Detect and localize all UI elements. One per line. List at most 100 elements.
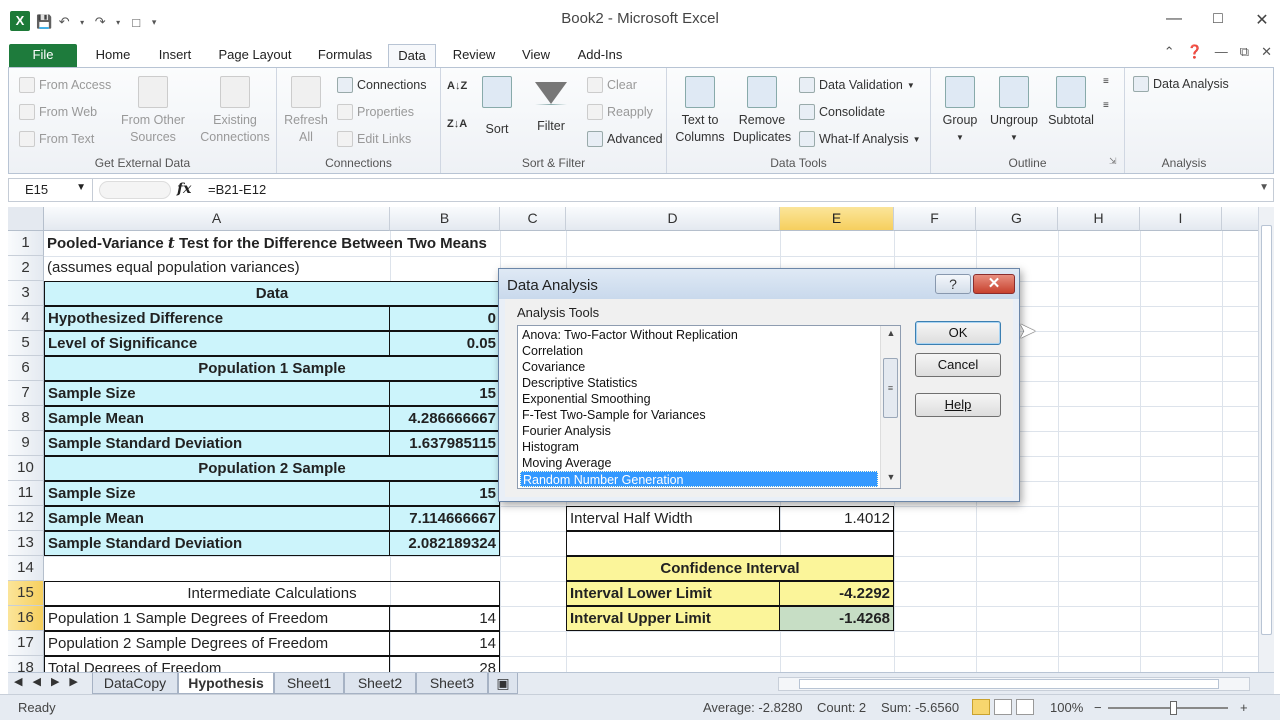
row-header-4[interactable]: 4 xyxy=(8,306,44,331)
cell-a18[interactable]: Total Degrees of Freedom xyxy=(44,656,390,672)
scroll-down-icon[interactable]: ▼ xyxy=(881,472,901,486)
ungroup-button[interactable]: Ungroup ▼ xyxy=(985,76,1043,146)
data-validation-button[interactable]: Data Validation ▼ xyxy=(799,77,915,93)
row-header-16[interactable]: 16 xyxy=(8,606,44,631)
tab-add-ins[interactable]: Add-Ins xyxy=(568,44,632,68)
ok-button[interactable]: OK xyxy=(915,321,1001,345)
tab-page-layout[interactable]: Page Layout xyxy=(210,44,300,68)
normal-view-icon[interactable] xyxy=(972,699,990,715)
tab-formulas[interactable]: Formulas xyxy=(308,44,382,68)
cell-b4[interactable]: 0 xyxy=(389,306,500,331)
column-header-c[interactable]: C xyxy=(500,207,566,231)
dialog-help-icon[interactable]: ? xyxy=(935,274,971,294)
column-header-f[interactable]: F xyxy=(894,207,976,231)
expand-formula-bar-icon[interactable]: ▼ xyxy=(1259,182,1269,193)
row-header-15[interactable]: 15 xyxy=(8,581,44,606)
cell-b11[interactable]: 15 xyxy=(389,481,500,506)
cell-e16[interactable]: -1.4268 xyxy=(779,606,894,631)
cell-a6[interactable]: Population 1 Sample xyxy=(44,356,500,381)
row-header-3[interactable]: 3 xyxy=(8,281,44,306)
cell-b7[interactable]: 15 xyxy=(389,381,500,406)
properties-button[interactable]: Properties xyxy=(337,104,414,120)
cell-b5[interactable]: 0.05 xyxy=(389,331,500,356)
subtotal-button[interactable]: Subtotal xyxy=(1043,76,1099,129)
row-header-17[interactable]: 17 xyxy=(8,631,44,656)
cell-a9[interactable]: Sample Standard Deviation xyxy=(44,431,390,456)
sheet-tab-sheet2[interactable]: Sheet2 xyxy=(344,673,416,694)
workbook-minimize-icon[interactable]: — xyxy=(1215,44,1228,60)
cell-a8[interactable]: Sample Mean xyxy=(44,406,390,431)
cell-b8[interactable]: 4.286666667 xyxy=(389,406,500,431)
list-item[interactable]: Fourier Analysis xyxy=(520,423,878,439)
cell-b16[interactable]: 14 xyxy=(389,606,500,631)
cell-b9[interactable]: 1.637985115 xyxy=(389,431,500,456)
cell-a5[interactable]: Level of Significance xyxy=(44,331,390,356)
horizontal-scrollbar[interactable] xyxy=(778,677,1250,691)
what-if-analysis-button[interactable]: What-If Analysis ▼ xyxy=(799,131,921,147)
show-detail-icon[interactable]: ≡ xyxy=(1103,76,1109,87)
page-break-view-icon[interactable] xyxy=(1016,699,1034,715)
cell-a12[interactable]: Sample Mean xyxy=(44,506,390,531)
cell-a2[interactable]: (assumes equal population variances) xyxy=(44,256,390,281)
last-sheet-icon[interactable]: ▶ xyxy=(69,675,77,688)
list-item[interactable]: Moving Average xyxy=(520,455,878,471)
zoom-out-icon[interactable]: − xyxy=(1094,700,1102,715)
list-scrollbar[interactable]: ▲ ≡ ▼ xyxy=(880,326,900,488)
help-icon[interactable]: ❓ xyxy=(1187,44,1203,60)
column-header-g[interactable]: G xyxy=(976,207,1058,231)
first-sheet-icon[interactable]: ◀ xyxy=(14,675,22,688)
list-scroll-thumb[interactable]: ≡ xyxy=(883,358,898,418)
name-box[interactable]: E15 ▼ xyxy=(9,179,93,201)
cancel-button[interactable]: Cancel xyxy=(915,353,1001,377)
from-access-button[interactable]: From Access xyxy=(19,77,111,93)
refresh-all-button[interactable]: Refresh All xyxy=(281,76,331,146)
column-header-d[interactable]: D xyxy=(566,207,780,231)
select-all-corner[interactable] xyxy=(8,207,44,231)
cell-a1[interactable]: Pooled-Variance t Test for the Differenc… xyxy=(44,231,514,256)
chevron-down-icon[interactable]: ▼ xyxy=(76,182,86,193)
cell-a10[interactable]: Population 2 Sample xyxy=(44,456,500,481)
cell-a3[interactable]: Data xyxy=(44,281,500,306)
from-other-sources-button[interactable]: From Other Sources xyxy=(113,76,193,146)
row-header-11[interactable]: 11 xyxy=(8,481,44,506)
sort-z-a-icon[interactable]: Z↓A xyxy=(447,118,467,130)
cell-d15[interactable]: Interval Lower Limit xyxy=(566,581,780,606)
cell-a17[interactable]: Population 2 Sample Degrees of Freedom xyxy=(44,631,390,656)
text-to-columns-button[interactable]: Text to Columns xyxy=(675,76,725,146)
help-button[interactable]: Help xyxy=(915,393,1001,417)
list-item[interactable]: Covariance xyxy=(520,359,878,375)
formula-bar-divider[interactable] xyxy=(99,181,171,199)
vertical-scrollbar[interactable] xyxy=(1258,207,1274,672)
reapply-button[interactable]: Reapply xyxy=(587,104,653,120)
row-header-5[interactable]: 5 xyxy=(8,331,44,356)
from-web-button[interactable]: From Web xyxy=(19,104,97,120)
column-header-partial[interactable] xyxy=(1222,207,1258,231)
data-analysis-button[interactable]: Data Analysis xyxy=(1133,76,1229,92)
tab-data[interactable]: Data xyxy=(388,44,436,68)
scroll-up-icon[interactable]: ▲ xyxy=(881,328,901,342)
row-header-10[interactable]: 10 xyxy=(8,456,44,481)
row-header-8[interactable]: 8 xyxy=(8,406,44,431)
clear-filter-button[interactable]: Clear xyxy=(587,77,637,93)
cell-b12[interactable]: 7.114666667 xyxy=(389,506,500,531)
cell-d13[interactable] xyxy=(566,531,894,556)
cell-b17[interactable]: 14 xyxy=(389,631,500,656)
sort-a-z-icon[interactable]: A↓Z xyxy=(447,80,467,92)
sort-button[interactable]: Sort xyxy=(475,76,519,138)
formula-input[interactable]: =B21-E12 xyxy=(208,182,266,197)
list-item-selected[interactable]: Random Number Generation xyxy=(520,471,878,487)
filter-button[interactable]: Filter xyxy=(527,76,575,135)
maximize-icon[interactable]: □ xyxy=(1206,10,1230,30)
row-header-7[interactable]: 7 xyxy=(8,381,44,406)
cell-a13[interactable]: Sample Standard Deviation xyxy=(44,531,390,556)
zoom-slider[interactable] xyxy=(1108,707,1228,709)
list-item[interactable]: Anova: Two-Factor Without Replication xyxy=(520,327,878,343)
cell-d16[interactable]: Interval Upper Limit xyxy=(566,606,780,631)
sheet-tab-sheet3[interactable]: Sheet3 xyxy=(416,673,488,694)
edit-links-button[interactable]: Edit Links xyxy=(337,131,411,147)
cell-d14[interactable]: Confidence Interval xyxy=(566,556,894,581)
list-item[interactable]: Exponential Smoothing xyxy=(520,391,878,407)
dialog-close-icon[interactable]: ✕ xyxy=(973,274,1015,294)
row-header-12[interactable]: 12 xyxy=(8,506,44,531)
sheet-tab-hypothesis[interactable]: Hypothesis xyxy=(178,673,274,694)
